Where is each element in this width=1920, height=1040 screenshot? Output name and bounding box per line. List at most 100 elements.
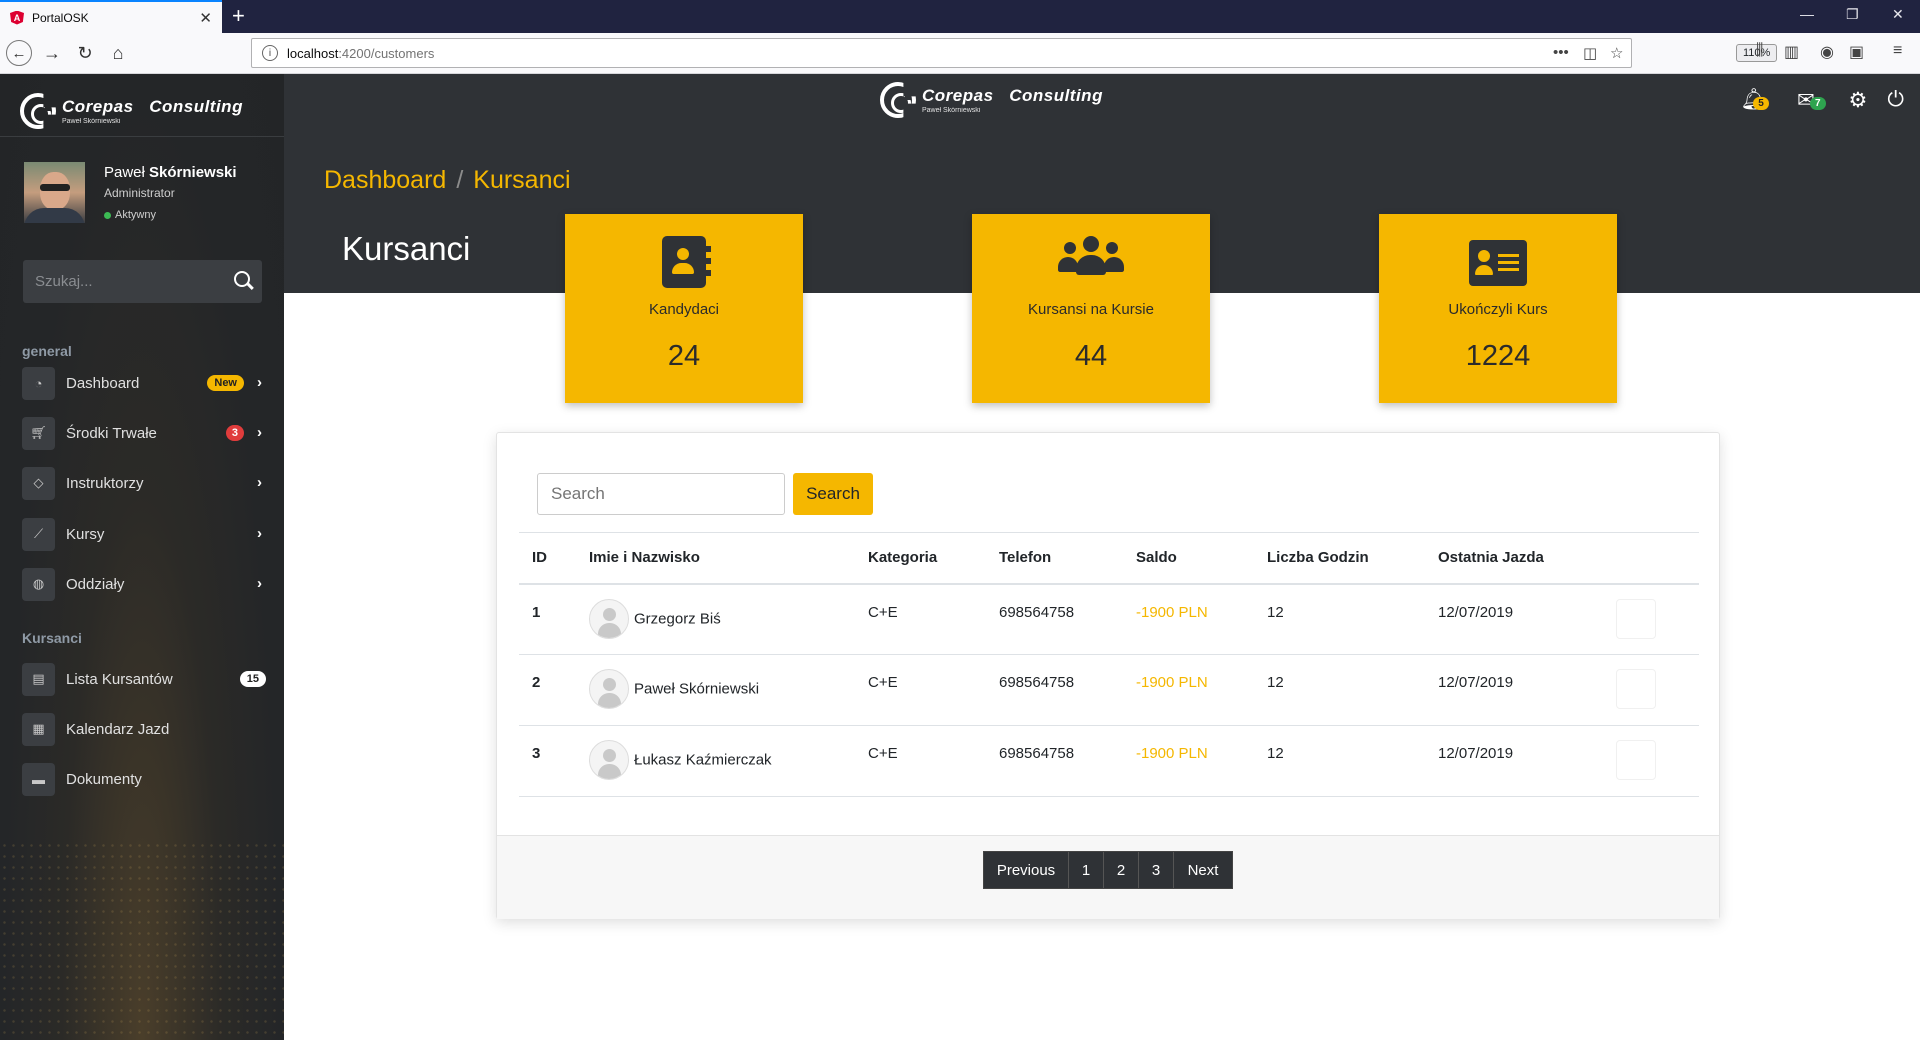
- row-menu-button[interactable]: [1616, 740, 1656, 780]
- breadcrumb-separator: /: [456, 166, 464, 194]
- messages-button[interactable]: ✉ 7: [1797, 88, 1826, 112]
- browser-tab[interactable]: A PortalOSK ✕: [0, 0, 222, 33]
- minimize-icon[interactable]: —: [1800, 6, 1814, 22]
- pocket-icon[interactable]: ◫: [1583, 44, 1597, 62]
- menu-icon[interactable]: ≡: [1893, 42, 1902, 60]
- cell-name: Łukasz Kaźmierczak: [576, 725, 855, 797]
- table-row[interactable]: 2 Paweł Skórniewski C+E 698564758 -1900 …: [519, 654, 1699, 726]
- sidebar-item-lista-kursantow[interactable]: ▤ Lista Kursantów 15: [22, 661, 268, 697]
- back-icon[interactable]: ←: [6, 40, 32, 66]
- pagination-page-3[interactable]: 3: [1138, 852, 1173, 888]
- sidebar-item-oddzialy[interactable]: ◍ Oddziały ›: [22, 566, 268, 602]
- sidebar-item-dashboard[interactable]: ◔ Dashboard New ›: [22, 365, 268, 401]
- notifications-button[interactable]: 🔔︎ 5: [1740, 88, 1769, 112]
- stat-label: Kursansi na Kursie: [1028, 301, 1154, 318]
- pagination-page-1[interactable]: 1: [1068, 852, 1103, 888]
- sidebar-item-dokumenty[interactable]: ▬ Dokumenty: [22, 761, 268, 797]
- sidebar-item-kalendarz-jazd[interactable]: ▦ Kalendarz Jazd: [22, 711, 268, 747]
- customers-card: Search ID Imie i Nazwisko Kategoria Tele…: [496, 432, 1720, 919]
- sidebar-item-kursy[interactable]: ⟋ Kursy ›: [22, 516, 268, 552]
- cell-actions: [1603, 654, 1699, 726]
- search-input[interactable]: [537, 473, 785, 515]
- bookmark-star-icon[interactable]: ☆: [1610, 44, 1623, 62]
- user-role: Administrator: [104, 186, 175, 200]
- cell-id: 2: [519, 654, 576, 726]
- cell-id: 1: [519, 583, 576, 655]
- cell-category: C+E: [855, 654, 986, 726]
- sidebar-item-instruktorzy[interactable]: ◇ Instruktorzy ›: [22, 465, 268, 501]
- sidebar-item-label: Kursy: [66, 525, 105, 543]
- browser-titlebar: A PortalOSK ✕ + — ❐ ✕: [0, 0, 1920, 33]
- url-bar[interactable]: i localhost:4200/customers 110% ••• ◫ ☆: [251, 38, 1778, 68]
- topbar-actions: 🔔︎ 5 ✉ 7 ⚙ ⏻: [1718, 88, 1904, 112]
- header-brand[interactable]: Corepas Consulting Paweł Skórniewski: [880, 82, 1103, 118]
- column-header-last-ride[interactable]: Ostatnia Jazda: [1425, 532, 1603, 585]
- reload-icon[interactable]: ↻: [73, 41, 97, 65]
- pagination-previous[interactable]: Previous: [984, 852, 1068, 888]
- home-icon[interactable]: ⌂: [106, 41, 130, 65]
- column-header-hours[interactable]: Liczba Godzin: [1254, 532, 1425, 585]
- column-header-category[interactable]: Kategoria: [855, 532, 986, 585]
- folder-icon: ▬: [22, 762, 55, 796]
- extension-icon[interactable]: ▣: [1849, 42, 1864, 62]
- sidebar-toggle-icon[interactable]: ▥: [1784, 42, 1799, 62]
- book-icon: ▤: [22, 662, 55, 696]
- cell-phone: 698564758: [986, 583, 1123, 655]
- cell-last-ride: 12/07/2019: [1425, 583, 1603, 655]
- site-info-icon[interactable]: i: [262, 45, 278, 61]
- cell-hours: 12: [1254, 654, 1425, 726]
- sidebar-search-input[interactable]: Szukaj...: [23, 260, 262, 303]
- sidebar-item-srodki-trwale[interactable]: 🛒︎ Środki Trwałe 3 ›: [22, 415, 268, 451]
- tab-title: PortalOSK: [32, 10, 89, 25]
- status-dot-icon: [104, 211, 111, 219]
- cell-last-ride: 12/07/2019: [1425, 654, 1603, 726]
- column-header-actions: [1603, 532, 1699, 585]
- sidebar-divider: [0, 136, 284, 137]
- new-tab-icon[interactable]: +: [232, 3, 245, 29]
- count-badge: 15: [239, 671, 266, 687]
- cell-name: Grzegorz Biś: [576, 583, 855, 655]
- column-header-id[interactable]: ID: [519, 532, 576, 585]
- table-row[interactable]: 3 Łukasz Kaźmierczak C+E 698564758 -1900…: [519, 725, 1699, 797]
- table-row[interactable]: 1 Grzegorz Biś C+E 698564758 -1900 PLN 1…: [519, 583, 1699, 655]
- cell-category: C+E: [855, 725, 986, 797]
- stat-value: 44: [1074, 340, 1108, 372]
- cell-category: C+E: [855, 583, 986, 655]
- cell-actions: [1603, 583, 1699, 655]
- chevron-right-icon: ›: [257, 525, 262, 542]
- restore-icon[interactable]: ❐: [1846, 6, 1859, 23]
- stat-card-ukonczyli[interactable]: Ukończyli Kurs 1224: [1379, 214, 1617, 403]
- breadcrumb-current: Kursanci: [473, 166, 571, 194]
- chevron-right-icon: ›: [257, 474, 262, 491]
- pagination-next[interactable]: Next: [1173, 852, 1232, 888]
- column-header-saldo[interactable]: Saldo: [1123, 532, 1254, 585]
- search-icon[interactable]: [234, 271, 250, 287]
- sidebar: Corepas Consulting Paweł Skórniewski Paw…: [0, 74, 284, 1040]
- stat-card-kursansi[interactable]: Kursansi na Kursie 44: [972, 214, 1210, 403]
- browser-navbar: ← → ↻ ⌂ i localhost:4200/customers 110% …: [0, 33, 1920, 74]
- forward-icon[interactable]: →: [40, 41, 64, 65]
- page-actions-icon[interactable]: •••: [1553, 44, 1569, 61]
- pagination-page-2[interactable]: 2: [1103, 852, 1138, 888]
- user-name: Paweł Skórniewski: [104, 164, 237, 181]
- sidebar-item-label: Dashboard: [66, 374, 140, 392]
- cell-saldo: -1900 PLN: [1123, 725, 1254, 797]
- column-header-name[interactable]: Imie i Nazwisko: [576, 532, 855, 585]
- search-button[interactable]: Search: [793, 473, 873, 515]
- account-icon[interactable]: ◉: [1820, 42, 1834, 62]
- stat-card-kandydaci[interactable]: Kandydaci 24: [565, 214, 803, 403]
- cell-name: Paweł Skórniewski: [576, 654, 855, 726]
- close-window-icon[interactable]: ✕: [1892, 6, 1904, 23]
- column-header-phone[interactable]: Telefon: [986, 532, 1123, 585]
- cart-icon: 🛒︎: [22, 416, 55, 450]
- breadcrumb-dashboard[interactable]: Dashboard: [324, 166, 446, 195]
- close-tab-icon[interactable]: ✕: [199, 9, 212, 27]
- row-menu-button[interactable]: [1616, 598, 1656, 639]
- gear-icon[interactable]: ⚙: [1849, 88, 1868, 112]
- sidebar-brand[interactable]: Corepas Consulting Paweł Skórniewski: [20, 86, 243, 136]
- library-icon[interactable]: ⫼: [1756, 42, 1763, 60]
- power-icon[interactable]: ⏻: [1887, 88, 1904, 112]
- row-menu-button[interactable]: [1616, 669, 1656, 709]
- stat-value: 1224: [1465, 340, 1531, 372]
- cell-last-ride: 12/07/2019: [1425, 725, 1603, 797]
